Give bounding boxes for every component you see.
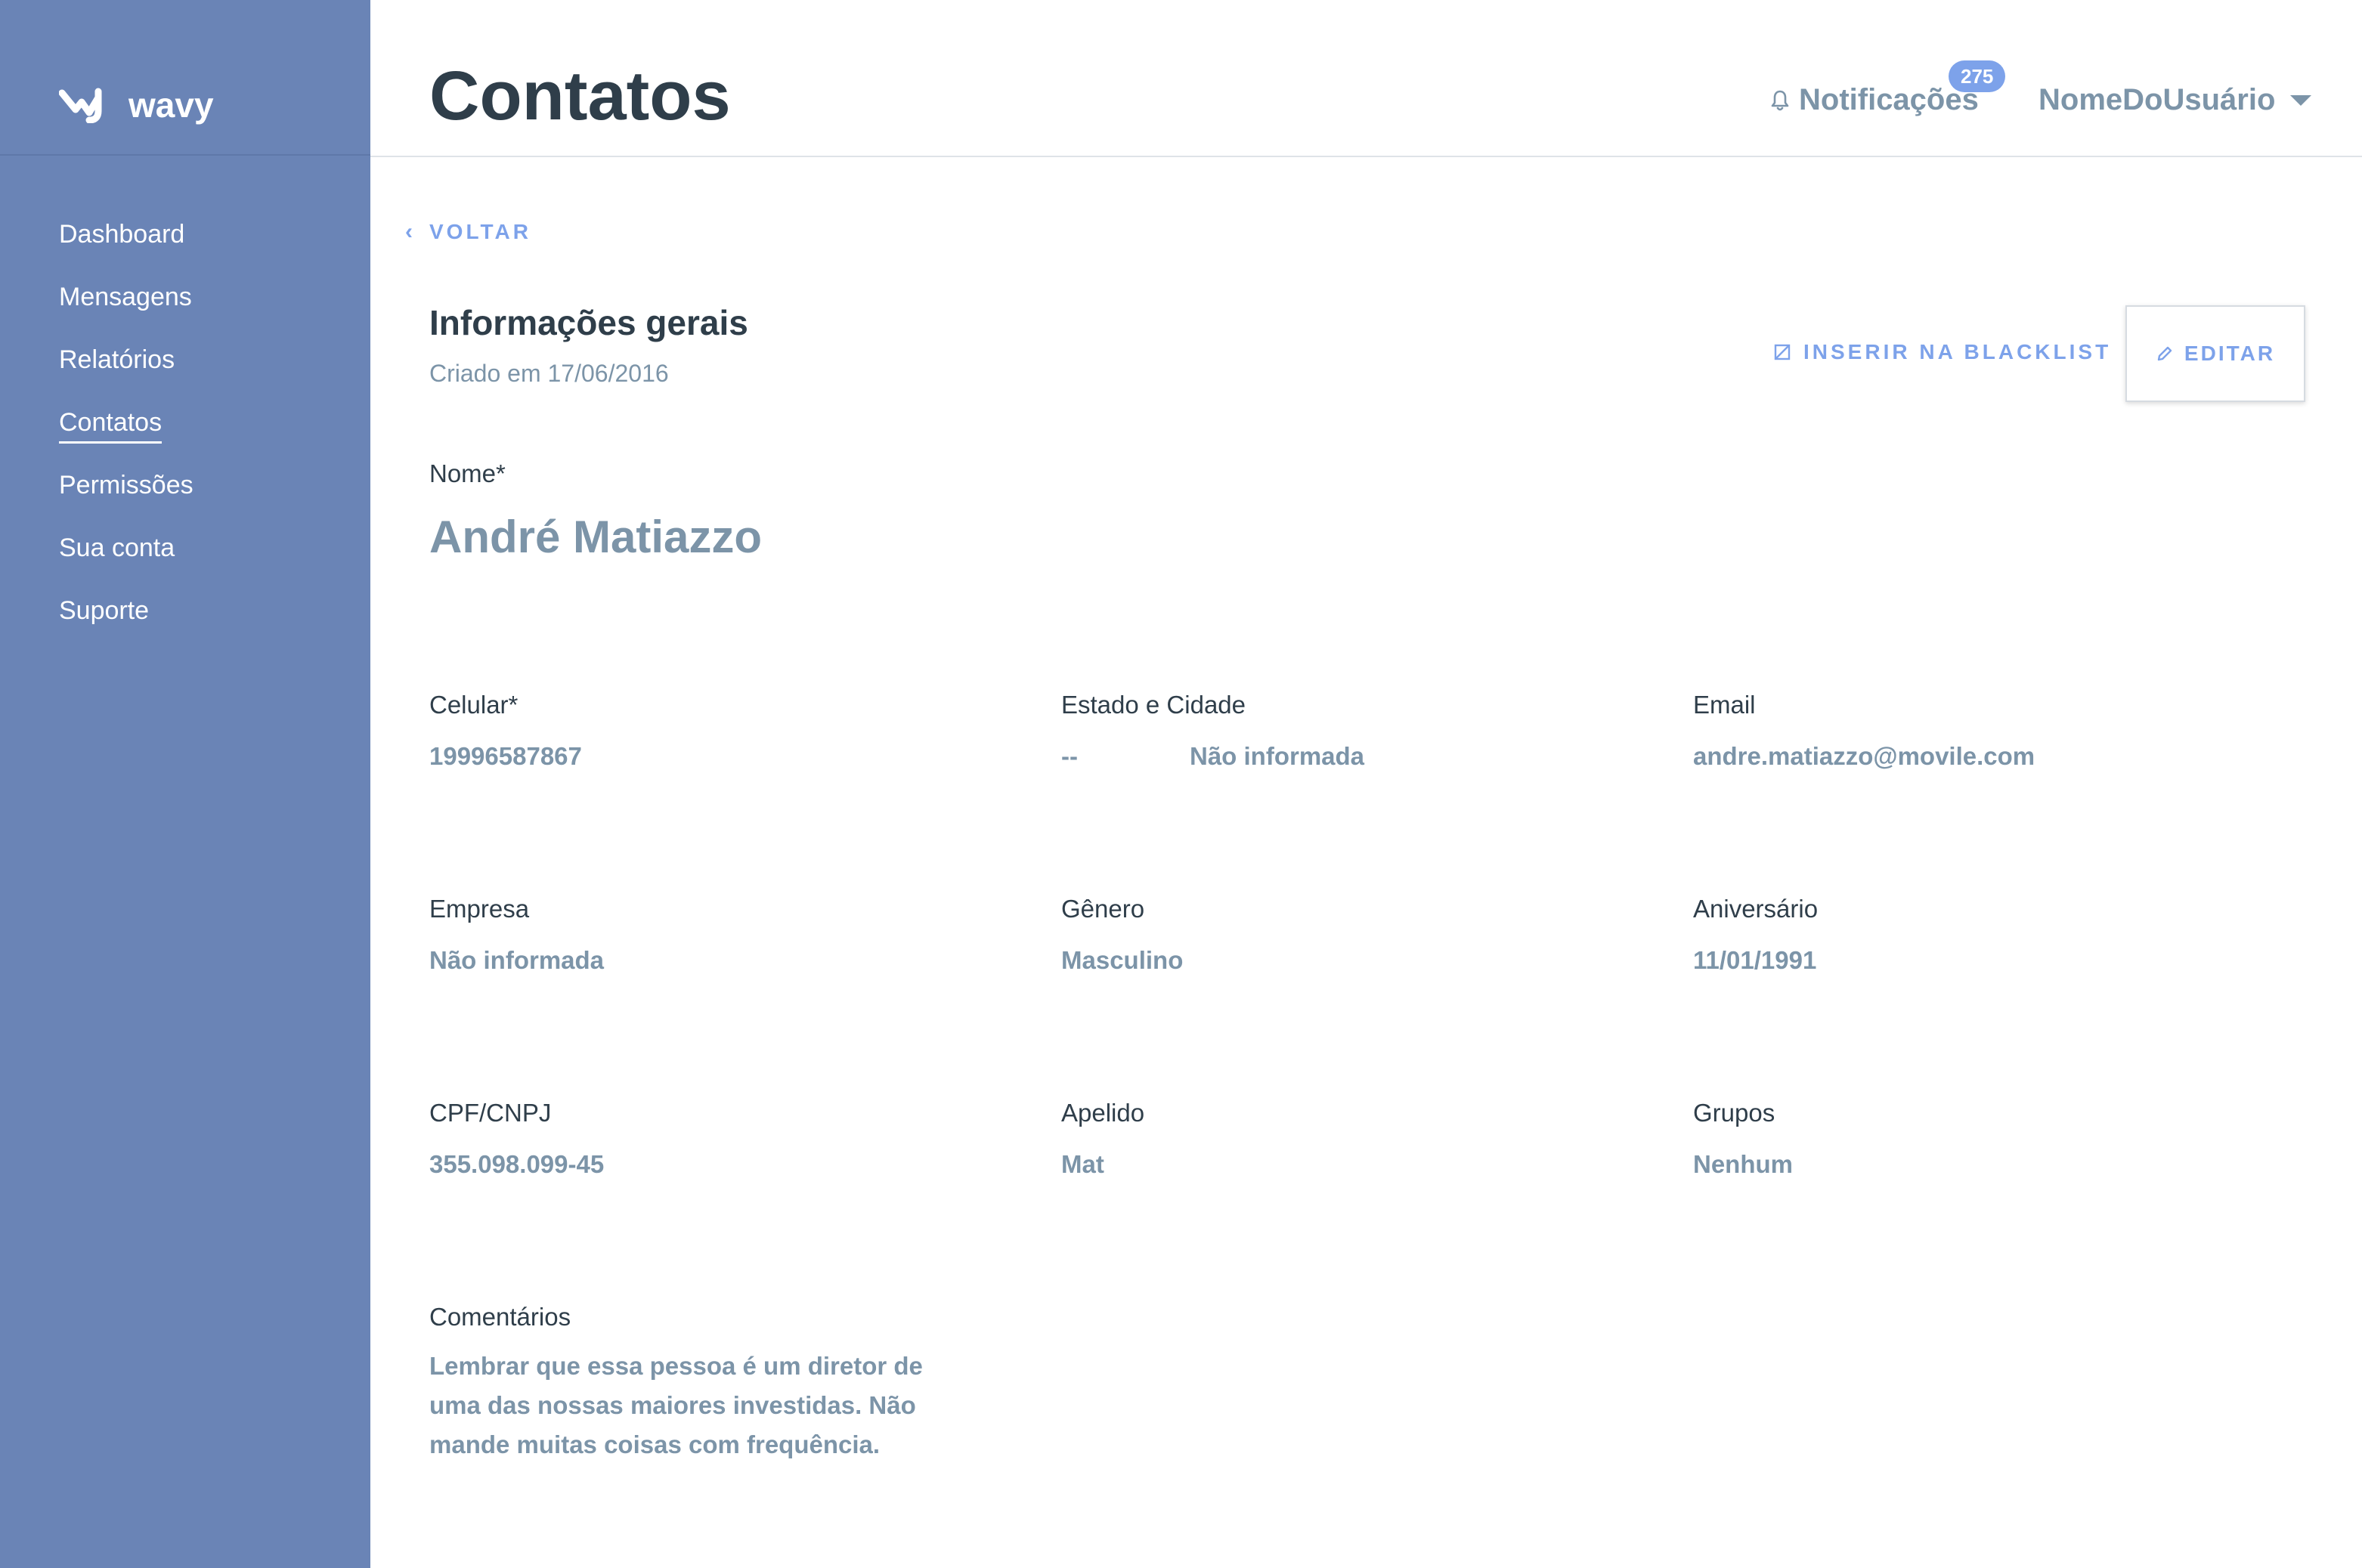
cidade-value: Não informada bbox=[1190, 742, 1365, 770]
sidebar-item-contatos[interactable]: Contatos bbox=[59, 401, 193, 464]
name-label: Nome* bbox=[429, 459, 506, 487]
top-header: Contatos Notificações 275 NomeDoUsuário bbox=[370, 0, 2362, 157]
brand-name: wavy bbox=[128, 85, 214, 125]
email-label: Email bbox=[1693, 691, 1756, 719]
sidebar: wavy Dashboard Mensagens Relatórios Cont… bbox=[0, 0, 370, 1568]
email-value: andre.matiazzo@movile.com bbox=[1693, 742, 2035, 770]
grupos-value: Nenhum bbox=[1693, 1150, 1793, 1178]
notifications-label: Notificações bbox=[1799, 83, 1979, 116]
wavy-logo-icon bbox=[59, 88, 102, 123]
back-label: VOLTAR bbox=[429, 220, 531, 243]
sidebar-item-label: Sua conta bbox=[59, 533, 175, 562]
main-content: ‹ VOLTAR Informações gerais Criado em 17… bbox=[370, 157, 2362, 1568]
aniversario-label: Aniversário bbox=[1693, 895, 1819, 923]
created-date: Criado em 17/06/2016 bbox=[429, 360, 669, 387]
grupos-label: Grupos bbox=[1693, 1099, 1775, 1127]
estado-cidade-label: Estado e Cidade bbox=[1061, 691, 1246, 719]
bell-icon bbox=[1771, 90, 1789, 110]
pencil-icon bbox=[2157, 346, 2172, 361]
sidebar-item-dashboard[interactable]: Dashboard bbox=[59, 213, 193, 276]
apelido-label: Apelido bbox=[1061, 1099, 1145, 1127]
app-window: wavy Dashboard Mensagens Relatórios Cont… bbox=[0, 0, 2362, 1568]
notifications-button[interactable]: Notificações bbox=[1770, 83, 1979, 117]
edit-label: EDITAR bbox=[2184, 342, 2276, 365]
genero-value: Masculino bbox=[1061, 946, 1184, 974]
blacklist-label: INSERIR NA BLACKLIST bbox=[1803, 340, 2112, 363]
back-link[interactable]: ‹ VOLTAR bbox=[405, 219, 531, 245]
edit-button[interactable]: EDITAR bbox=[2125, 305, 2305, 402]
brand-logo[interactable]: wavy bbox=[59, 85, 214, 125]
chevron-left-icon: ‹ bbox=[405, 219, 413, 244]
empresa-value: Não informada bbox=[429, 946, 605, 974]
comentarios-value: Lembrar que essa pessoa é um diretor de … bbox=[429, 1352, 923, 1458]
name-value: André Matiazzo bbox=[429, 512, 763, 562]
sidebar-item-label: Relatórios bbox=[59, 345, 175, 374]
page-title: Contatos bbox=[429, 57, 731, 135]
logo-area: wavy bbox=[0, 0, 370, 156]
celular-label: Celular* bbox=[429, 691, 519, 719]
sidebar-item-label: Mensagens bbox=[59, 283, 192, 311]
user-menu-dropdown[interactable]: NomeDoUsuário bbox=[2039, 83, 2312, 117]
user-name: NomeDoUsuário bbox=[2039, 83, 2276, 116]
sidebar-item-sua-conta[interactable]: Sua conta bbox=[59, 527, 193, 589]
sidebar-item-permissoes[interactable]: Permissões bbox=[59, 464, 193, 527]
chevron-down-icon bbox=[2290, 94, 2312, 106]
sidebar-item-suporte[interactable]: Suporte bbox=[59, 589, 193, 652]
sidebar-item-label: Suporte bbox=[59, 596, 150, 625]
sidebar-nav: Dashboard Mensagens Relatórios Contatos … bbox=[59, 213, 193, 652]
estado-value: -- bbox=[1061, 742, 1078, 770]
sidebar-item-relatorios[interactable]: Relatórios bbox=[59, 339, 193, 401]
apelido-value: Mat bbox=[1061, 1150, 1104, 1178]
empresa-label: Empresa bbox=[429, 895, 530, 923]
add-to-blacklist-button[interactable]: INSERIR NA BLACKLIST bbox=[1773, 340, 2111, 364]
sidebar-item-label: Permissões bbox=[59, 471, 193, 499]
celular-value: 19996587867 bbox=[429, 742, 582, 770]
sidebar-item-mensagens[interactable]: Mensagens bbox=[59, 276, 193, 339]
section-title: Informações gerais bbox=[429, 303, 748, 342]
comentarios-label: Comentários bbox=[429, 1303, 571, 1331]
sidebar-item-label: Contatos bbox=[59, 408, 163, 444]
notifications-count-badge: 275 bbox=[1949, 60, 2006, 92]
genero-label: Gênero bbox=[1061, 895, 1145, 923]
aniversario-value: 11/01/1991 bbox=[1693, 946, 1817, 974]
sidebar-item-label: Dashboard bbox=[59, 220, 185, 249]
block-icon bbox=[1774, 344, 1791, 360]
cpf-label: CPF/CNPJ bbox=[429, 1099, 552, 1127]
cpf-value: 355.098.099-45 bbox=[429, 1150, 605, 1178]
